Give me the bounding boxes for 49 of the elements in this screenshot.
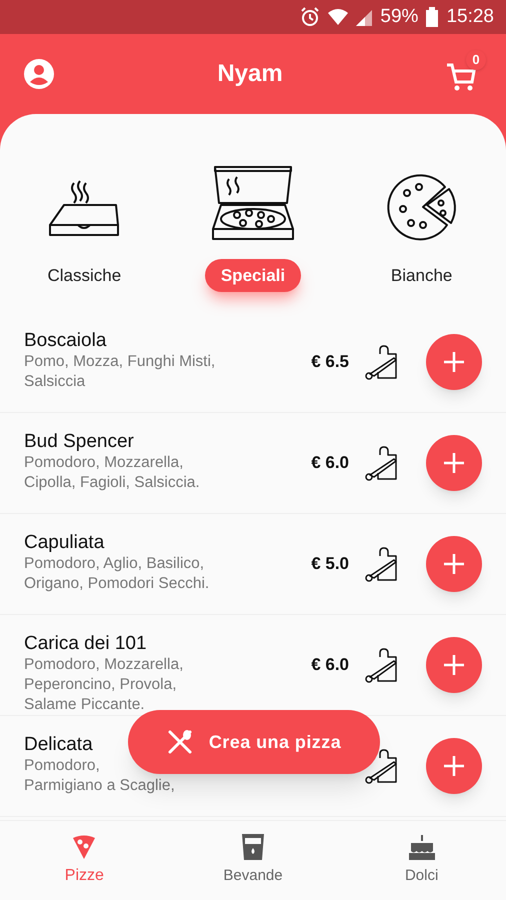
ingredients-line: Cipolla, Fagioli, Salsiccia. <box>24 473 200 493</box>
ingredients-line: Pomo, Mozza, Funghi Misti, <box>24 352 216 372</box>
ingredients-line: Pomodoro, Mozzarella, <box>24 655 184 675</box>
price: € 6.5 <box>311 351 349 374</box>
category-tab[interactable]: Bianche <box>374 258 468 292</box>
ingredients-line: Parmigiano a Scaglie, <box>24 776 175 796</box>
category-tab[interactable]: Classiche <box>31 258 138 292</box>
price: € 5.0 <box>311 553 349 576</box>
alarm-icon <box>300 7 320 27</box>
ingredients-line: Salsiccia <box>24 372 86 392</box>
account-icon[interactable] <box>24 59 54 89</box>
nav-tab[interactable]: Dolci <box>362 833 482 888</box>
signal-icon <box>356 8 372 26</box>
pizza-slice-icon <box>72 834 96 860</box>
ingredients-line: Pomodoro, Mozzarella, <box>24 453 184 473</box>
category-tab[interactable]: Speciali <box>204 258 302 292</box>
app-title: Nyam <box>217 59 283 89</box>
ingredients-line: Origano, Pomodori Secchi. <box>24 574 210 594</box>
plus-icon <box>443 553 465 575</box>
battery-percentage: 59% <box>380 4 418 29</box>
plus-icon <box>443 452 465 474</box>
battery-icon <box>426 7 438 27</box>
pizza-name: Bud Spencer <box>24 431 134 453</box>
pizza-name: Delicata <box>24 734 93 756</box>
ingredients-line: Pomodoro, <box>24 756 100 776</box>
ingredients-line: Peperoncino, Provola, <box>24 675 177 695</box>
nav-tab[interactable]: Bevande <box>192 833 313 888</box>
nav-tab[interactable]: Pizze <box>24 834 144 888</box>
clock: 15:28 <box>446 4 494 29</box>
cake-icon <box>408 833 436 862</box>
pizza-name: Carica dei 101 <box>24 633 147 655</box>
pizza-name: Boscaiola <box>24 330 106 352</box>
cutting-board-icon <box>365 546 398 582</box>
ingredients-line: Pomodoro, Aglio, Basilico, <box>24 554 204 574</box>
wifi-icon <box>328 8 348 26</box>
cutting-board-icon <box>365 748 398 784</box>
cart-count-badge: 0 <box>466 50 486 70</box>
pizza-name: Capuliata <box>24 532 104 554</box>
plus-icon <box>443 351 465 373</box>
plus-icon <box>443 755 465 777</box>
fork-spoon-icon <box>166 729 193 755</box>
create-pizza-button[interactable]: Crea una pizza <box>128 710 380 774</box>
cutting-board-icon <box>365 344 398 380</box>
price: € 6.0 <box>311 654 349 676</box>
cutting-board-icon <box>365 446 398 480</box>
cutting-board-icon <box>365 648 398 682</box>
glass-icon <box>240 833 265 862</box>
price: € 6.0 <box>311 452 349 474</box>
plus-icon <box>443 654 465 676</box>
